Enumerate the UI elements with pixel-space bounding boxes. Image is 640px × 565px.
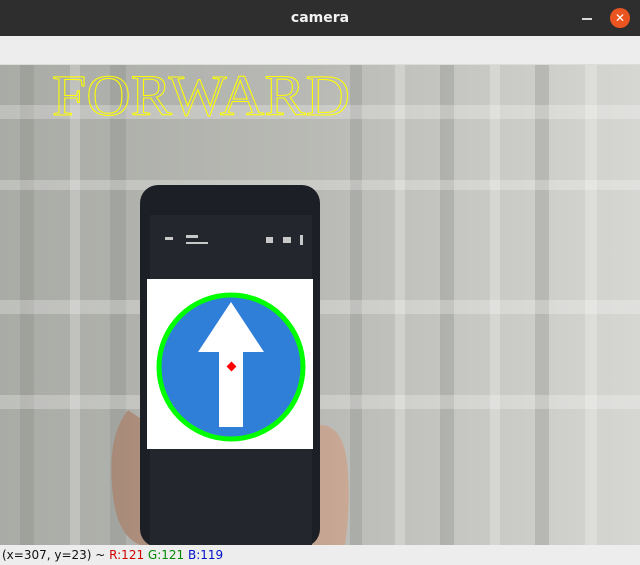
detection-label: FORWARD bbox=[52, 65, 350, 128]
title-bar[interactable]: camera ✕ bbox=[0, 0, 640, 36]
pixel-blue-value: B:119 bbox=[188, 548, 224, 562]
pixel-green-value: G:121 bbox=[147, 548, 185, 562]
window-title: camera bbox=[290, 10, 350, 26]
toolbar bbox=[0, 36, 640, 65]
minimize-icon[interactable] bbox=[578, 9, 596, 27]
cursor-coordinates: (x=307, y=23) ~ bbox=[2, 548, 110, 562]
close-icon[interactable]: ✕ bbox=[610, 8, 630, 28]
camera-window: camera ✕ FORWARD (x=307, y=23) ~ R:121 G… bbox=[0, 0, 640, 565]
camera-feed[interactable]: FORWARD bbox=[0, 65, 640, 545]
status-bar: (x=307, y=23) ~ R:121 G:121 B:119 bbox=[0, 545, 640, 565]
pixel-red-value: R:121 bbox=[109, 548, 145, 562]
